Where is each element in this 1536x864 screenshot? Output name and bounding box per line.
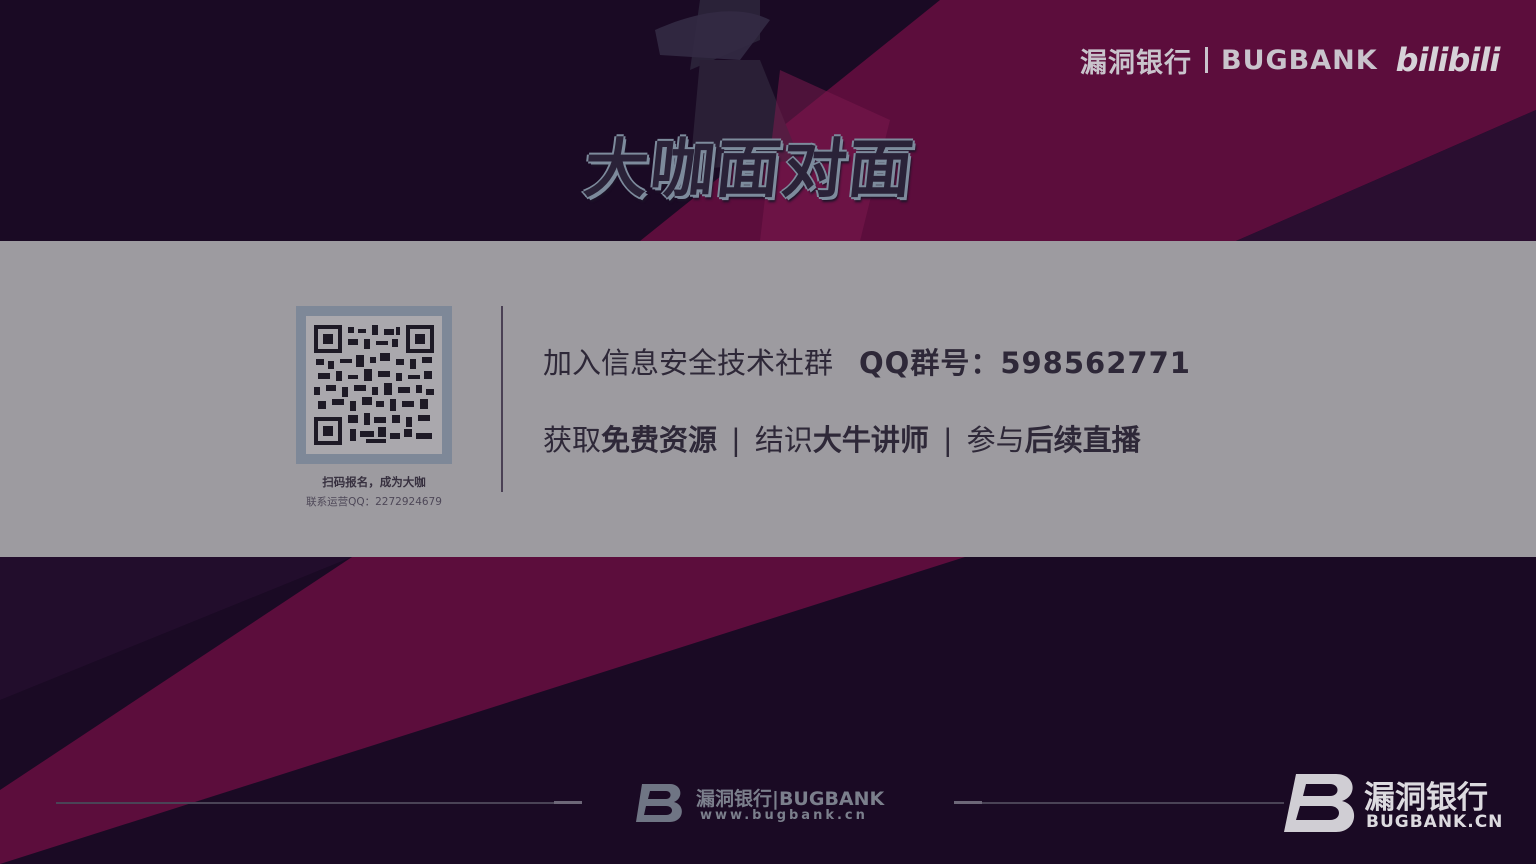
benefit-highlight: 后续直播 (1024, 423, 1141, 457)
footer-logo: 漏洞银行|BUGBANK www.bugbank.cn (636, 780, 898, 826)
benefit-prefix: 结识 (754, 423, 813, 457)
vertical-divider (501, 306, 503, 492)
info-band (0, 241, 1536, 557)
footer-brand: 漏洞银行|BUGBANK (696, 788, 885, 810)
qr-caption: 扫码报名，成为大咖 (322, 475, 426, 489)
brand-name-en: BUGBANK (1221, 44, 1378, 76)
qr-code-icon (306, 316, 442, 454)
benefit-prefix: 获取 (543, 423, 602, 457)
benefit-separator: | (731, 423, 741, 457)
corner-domain: BUGBANK.CN (1366, 812, 1504, 832)
benefit-highlight: 大牛讲师 (812, 423, 929, 457)
bugbank-b-logo-icon (636, 784, 682, 822)
bugbank-b-logo-icon (1284, 774, 1355, 832)
corner-brand-cn: 漏洞银行 (1364, 780, 1488, 816)
benefits-line: 获取免费资源 | 结识大牛讲师 | 参与后续直播 (543, 417, 1141, 459)
show-title: 大咖面对面 (580, 133, 919, 207)
benefit-highlight: 免费资源 (601, 423, 718, 457)
join-community-line: 加入信息安全技术社群 QQ群号：598562771 (543, 340, 1191, 382)
top-right-brand: 漏洞银行 BUGBANK bilibili (1080, 40, 1501, 80)
brand-separator (1205, 47, 1208, 73)
footer-url: www.bugbank.cn (700, 808, 868, 823)
qr-contact-qq: 联系运营QQ：2272924679 (306, 496, 442, 508)
qq-group-number: QQ群号：598562771 (859, 346, 1191, 380)
benefit-separator: | (942, 423, 953, 457)
corner-logo: 漏洞银行 BUGBANK.CN (1284, 770, 1504, 836)
qr-code-frame (296, 306, 452, 464)
bilibili-logo: bilibili (1395, 41, 1501, 79)
benefit-prefix: 参与 (966, 423, 1025, 457)
footer-rule-right (954, 801, 1284, 804)
footer-rule-left (56, 801, 582, 804)
join-text: 加入信息安全技术社群 (543, 346, 834, 380)
brand-name-cn: 漏洞银行 (1080, 47, 1192, 79)
